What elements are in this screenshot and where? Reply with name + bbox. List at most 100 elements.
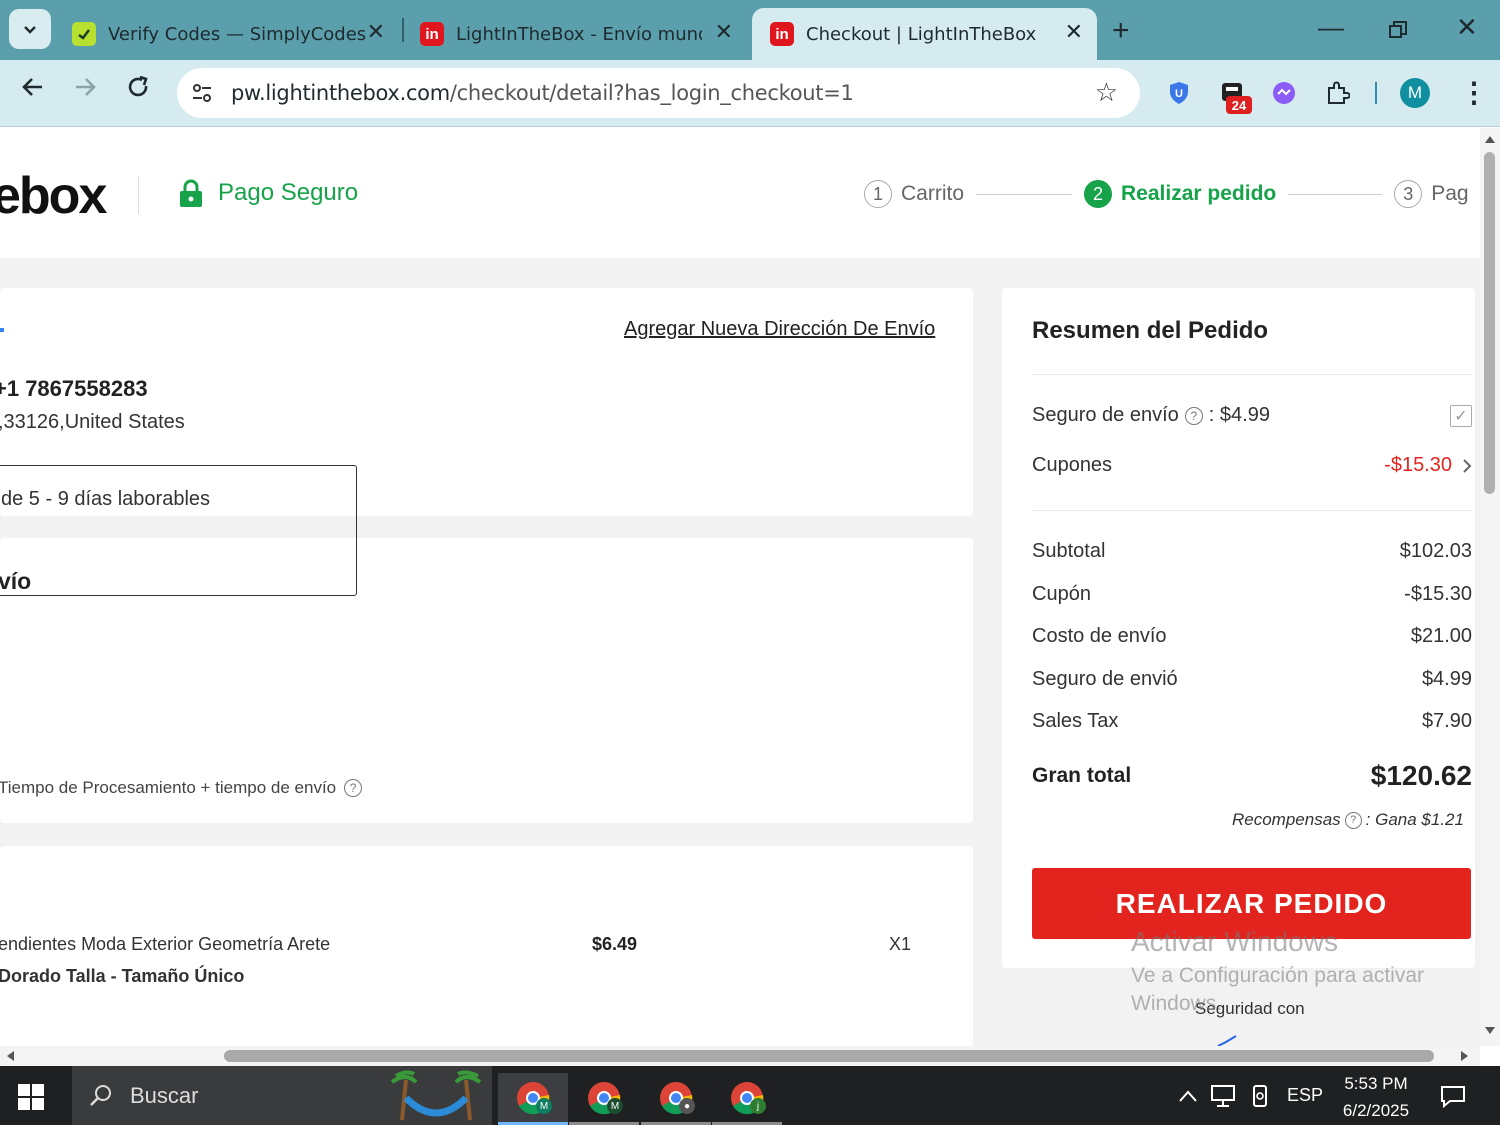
product-variant: Dorado Talla - Tamaño Único [0,966,245,986]
vertical-scroll-thumb[interactable] [1484,152,1495,494]
toolbar-divider [1375,82,1377,104]
restore-icon[interactable] [1388,16,1408,47]
windows-taskbar: Buscar M M ● j [0,1066,1500,1125]
shipping-note-text: Tiempo de Procesamiento + tiempo de enví… [0,778,337,797]
close-tab-icon[interactable]: ✕ [715,20,733,45]
header-divider [138,176,139,214]
site-info-icon[interactable] [189,80,215,106]
help-icon[interactable]: ? [1184,406,1203,425]
watermark-title: Activar Windows [1131,926,1338,957]
simplycodes-icon [72,22,96,46]
shipping-note: Tiempo de Procesamiento + tiempo de enví… [0,778,363,798]
tab-lightinthebox[interactable]: in LightInTheBox - Envío mundial ✕ [402,8,747,60]
scroll-left-icon[interactable] [5,1050,15,1062]
step-number: 2 [1084,180,1113,208]
menu-kebab-icon[interactable]: ⋮ [1460,76,1488,109]
summary-row-value: -$15.30 [1404,583,1472,605]
shield-extension-icon[interactable]: U [1164,78,1194,108]
add-address-link[interactable]: Agregar Nueva Dirección De Envío [624,318,935,341]
grand-total-row: Gran total $120.62 [1032,760,1472,792]
hammock-illustration-icon [390,1070,482,1121]
step-cart[interactable]: Carrito [901,182,964,206]
product-name[interactable]: endientes Moda Exterior Geometría Arete [0,934,330,955]
browser-tab-strip: Verify Codes — SimplyCodes ✕ in LightInT… [0,0,1500,60]
summary-row-value: $4.99 [1421,668,1472,690]
tab-checkout[interactable]: in Checkout | LightInTheBox ✕ [752,8,1097,60]
product-price: $6.49 [592,934,638,954]
help-icon[interactable]: ? [1344,811,1362,829]
checkmark-icon [1217,1035,1237,1046]
rewards-label: Recompensas [1232,810,1341,829]
network-icon[interactable] [1210,1066,1236,1125]
close-tab-icon[interactable]: ✕ [1065,20,1083,45]
clock-time: 5:53 PM [1344,1074,1408,1093]
step-connector [1288,193,1383,195]
taskbar-chrome-app[interactable]: M [498,1073,568,1125]
insurance-checkbox[interactable]: ✓ [1450,404,1472,427]
summary-row: Cupón -$15.30 [1032,583,1472,606]
profile-avatar[interactable]: M [1400,78,1430,108]
tab-search-button[interactable] [9,9,51,49]
close-window-icon[interactable]: ✕ [1456,12,1478,43]
watermark-line: Ve a Configuración para activar [1131,964,1425,987]
scroll-right-icon[interactable] [1460,1050,1470,1062]
extension-badge: 24 [1226,96,1252,114]
summary-row-label: Sales Tax [1032,710,1119,732]
close-tab-icon[interactable]: ✕ [367,20,385,45]
shipping-option[interactable]: de 5 - 9 días laborables [0,465,357,596]
grand-total-label: Gran total [1032,764,1132,787]
notifications-icon[interactable] [1440,1066,1466,1125]
back-icon[interactable] [20,74,46,107]
taskbar-chrome-app[interactable]: j [712,1073,782,1125]
step-number: 1 [864,180,892,208]
summary-row-label: Subtotal [1032,540,1106,562]
summary-row: Costo de envío $21.00 [1032,625,1472,648]
horizontal-scrollbar[interactable] [0,1046,1480,1066]
scroll-up-icon[interactable] [1484,134,1496,144]
horizontal-scroll-thumb[interactable] [224,1050,1434,1062]
tab-title: Checkout | LightInTheBox [806,23,1037,45]
summary-row-value: $102.03 [1399,540,1472,562]
new-tab-button[interactable]: + [1112,14,1130,48]
step-payment: Pag [1431,182,1469,205]
scroll-down-icon[interactable] [1484,1026,1496,1036]
coupons-row[interactable]: Cupones -$15.30 [1032,454,1472,477]
tab-simplycodes[interactable]: Verify Codes — SimplyCodes ✕ [54,8,399,60]
site-logo[interactable]: ebox [0,166,107,226]
watermark-line: Windows. [1131,992,1223,1015]
summary-row-value: $7.90 [1421,710,1472,732]
summary-divider [1032,374,1472,375]
product-card: endientes Moda Exterior Geometría Arete … [0,846,973,1046]
windows-start-icon[interactable] [18,1084,44,1110]
summary-row-value: $21.00 [1410,625,1472,647]
reload-icon[interactable] [125,74,151,107]
address-bar[interactable]: pw.lightinthebox.com/checkout/detail?has… [177,68,1140,118]
summary-row: Subtotal $102.03 [1032,540,1472,563]
search-icon [90,1085,111,1106]
language-indicator[interactable]: ESP [1287,1066,1323,1125]
lock-icon [180,179,202,207]
secure-label: Pago Seguro [218,179,359,206]
shipping-option-label: de 5 - 9 días laborables [1,488,211,510]
extension-icon[interactable] [1269,78,1299,108]
address-marker [0,328,4,332]
device-icon[interactable] [1250,1066,1270,1125]
forward-icon[interactable] [72,74,98,107]
tab-title: LightInTheBox - Envío mundial [456,23,702,45]
rewards-value: : Gana $1.21 [1365,810,1464,829]
taskbar-chrome-app[interactable]: M [569,1073,639,1125]
taskbar-search-label: Buscar [130,1083,199,1108]
tray-chevron-icon[interactable] [1178,1066,1198,1125]
taskbar-chrome-app[interactable]: ● [641,1073,711,1125]
taskbar-clock[interactable]: 5:53 PM 6/2/2025 [1332,1070,1420,1124]
grand-total-value: $120.62 [1370,760,1472,791]
help-icon[interactable]: ? [344,779,363,797]
minimize-icon[interactable]: — [1318,12,1344,43]
summary-row: Seguro de envió $4.99 [1032,668,1472,691]
lightinthebox-icon: in [770,22,794,46]
puzzle-extensions-icon[interactable] [1322,78,1352,108]
bookmark-star-icon[interactable]: ☆ [1095,77,1118,108]
vertical-scrollbar[interactable] [1480,128,1500,1046]
taskbar-search[interactable]: Buscar [72,1066,492,1125]
checkout-page: ebox Pago Seguro 1 Carrito 2 Realizar pe… [0,128,1480,1046]
